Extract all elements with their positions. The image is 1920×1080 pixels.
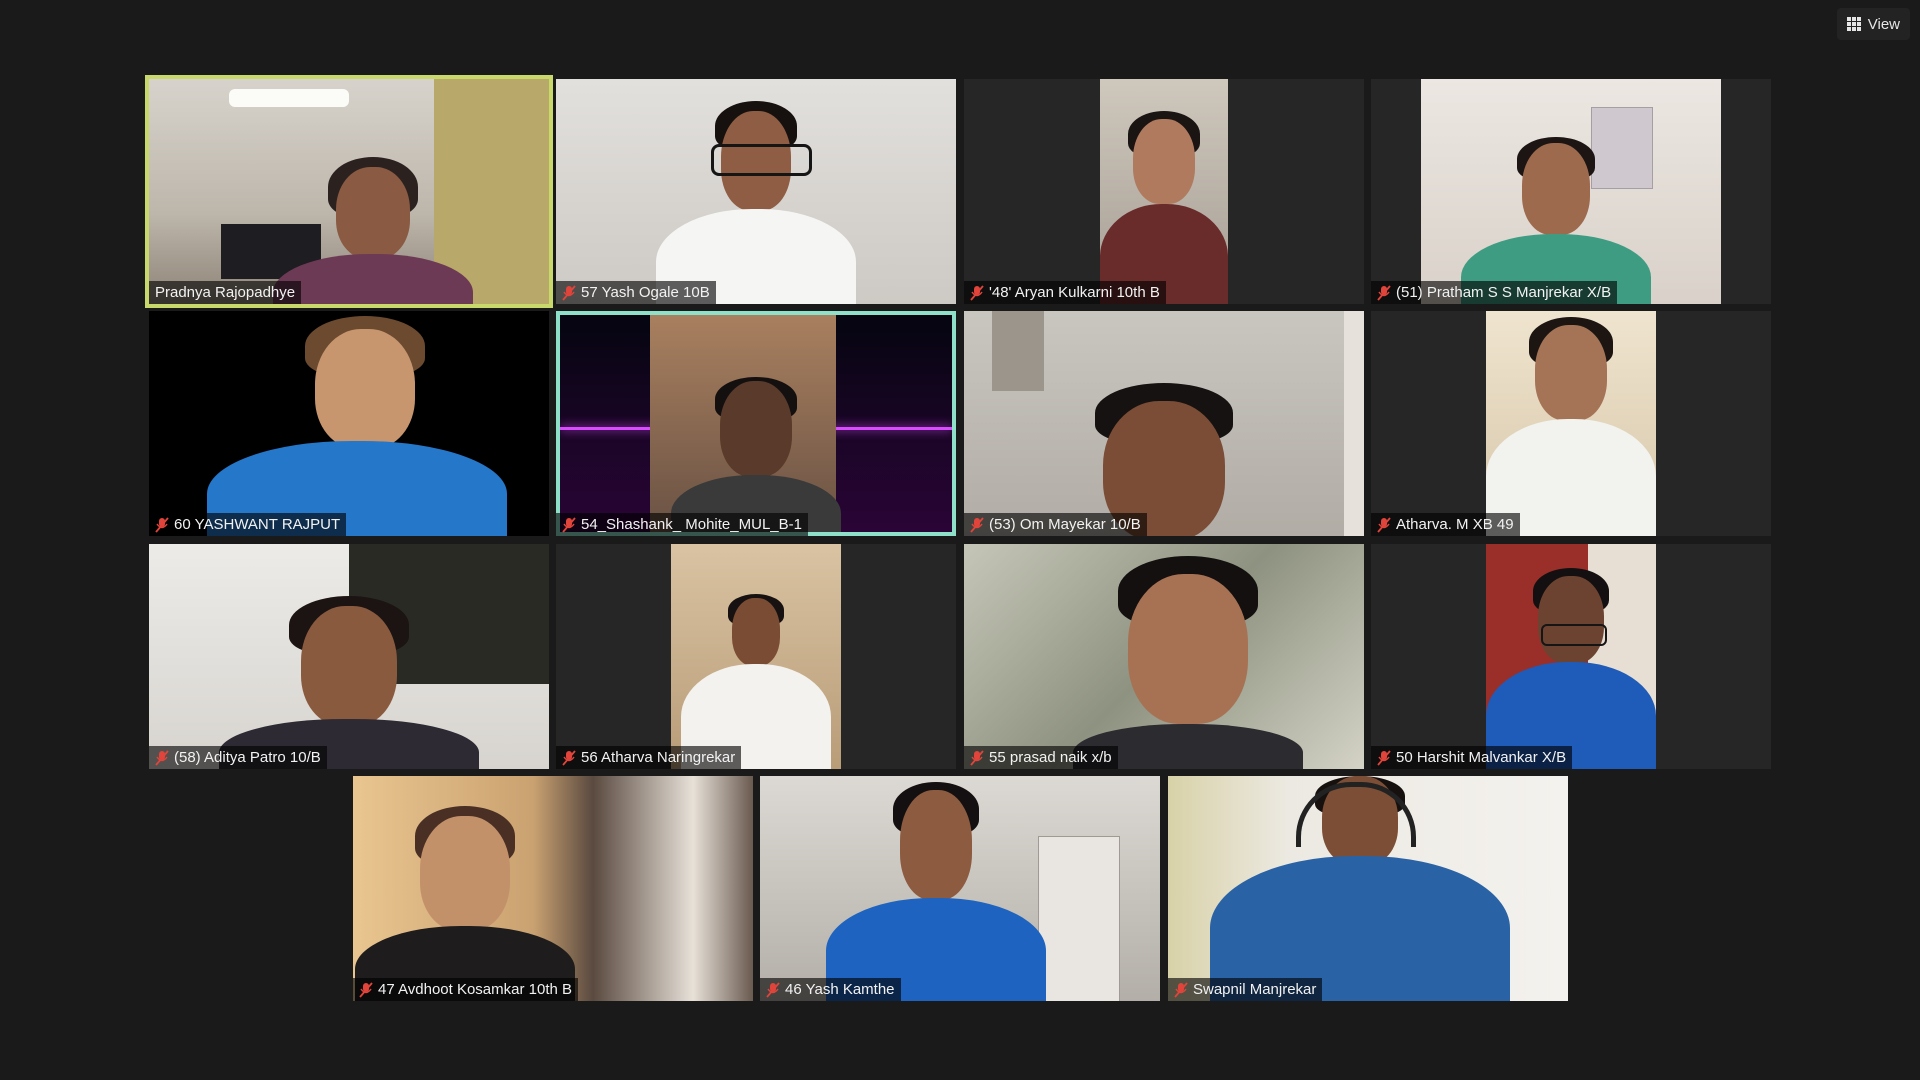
name-label: Swapnil Manjrekar [1168,978,1323,1001]
video-feed [964,544,1364,769]
name-label: 55 prasad naik x/b [964,746,1118,769]
name-label: '48' Aryan Kulkarni 10th B [964,281,1166,304]
name-label: 47 Avdhoot Kosamkar 10th B [353,978,579,1001]
participant-name: (58) Aditya Patro 10/B [174,749,321,766]
name-label: 46 Yash Kamthe [760,978,901,1001]
name-label: 57 Yash Ogale 10B [556,281,716,304]
video-feed [353,776,753,1001]
mic-muted-icon [1377,749,1391,766]
video-feed [560,315,952,532]
participant-tile[interactable]: 60 YASHWANT RAJPUT [149,311,549,536]
participant-tile[interactable]: Pradnya Rajopadhye [145,75,553,308]
mic-muted-icon [155,516,169,533]
participant-name: 54_Shashank_ Mohite_MUL_B-1 [581,516,802,533]
video-feed [1168,776,1568,1001]
mic-muted-icon [562,749,576,766]
video-feed [964,311,1364,536]
participant-name: 60 YASHWANT RAJPUT [174,516,341,533]
name-label: (53) Om Mayekar 10/B [964,513,1147,536]
participant-name: 50 Harshit Malvankar X/B [1396,749,1567,766]
name-label: (51) Pratham S S Manjrekar X/B [1371,281,1618,304]
participant-name: 57 Yash Ogale 10B [581,284,710,301]
participant-name: 55 prasad naik x/b [989,749,1112,766]
participant-tile[interactable]: Swapnil Manjrekar [1168,776,1568,1001]
participant-tile[interactable]: 47 Avdhoot Kosamkar 10th B [353,776,753,1001]
grid-view-icon [1846,17,1861,31]
participant-name: 46 Yash Kamthe [785,981,895,998]
name-label: Pradnya Rajopadhye [149,281,302,304]
participant-tile[interactable]: '48' Aryan Kulkarni 10th B [964,79,1364,304]
video-feed [671,544,841,769]
mic-muted-icon [1174,981,1188,998]
mic-muted-icon [155,749,169,766]
video-feed [760,776,1160,1001]
participant-tile[interactable]: (58) Aditya Patro 10/B [149,544,549,769]
name-label: 54_Shashank_ Mohite_MUL_B-1 [556,513,808,536]
participant-tile[interactable]: 50 Harshit Malvankar X/B [1371,544,1771,769]
participant-name: 47 Avdhoot Kosamkar 10th B [378,981,573,998]
name-label: 56 Atharva Naringrekar [556,746,742,769]
participant-name: 56 Atharva Naringrekar [581,749,736,766]
participant-name: Atharva. M XB 49 [1396,516,1514,533]
participant-tile[interactable]: 46 Yash Kamthe [760,776,1160,1001]
name-label: 50 Harshit Malvankar X/B [1371,746,1573,769]
participant-tile[interactable]: (53) Om Mayekar 10/B [964,311,1364,536]
video-feed [149,79,549,304]
mic-muted-icon [562,284,576,301]
name-label: (58) Aditya Patro 10/B [149,746,327,769]
participant-name: '48' Aryan Kulkarni 10th B [989,284,1160,301]
view-label: View [1867,15,1900,33]
video-feed [149,311,549,536]
mic-muted-icon [359,981,373,998]
participant-tile[interactable]: (51) Pratham S S Manjrekar X/B [1371,79,1771,304]
view-button[interactable]: View [1836,8,1910,40]
participant-tile[interactable]: 56 Atharva Naringrekar [556,544,956,769]
mic-muted-icon [1377,284,1391,301]
video-feed [1421,79,1721,304]
mic-muted-icon [766,981,780,998]
video-feed [1486,544,1656,769]
video-feed [1100,79,1228,304]
participant-tile[interactable]: Atharva. M XB 49 [1371,311,1771,536]
participant-name: Pradnya Rajopadhye [155,284,296,301]
name-label: Atharva. M XB 49 [1371,513,1520,536]
video-feed [1486,311,1656,536]
name-label: 60 YASHWANT RAJPUT [149,513,347,536]
participant-name: (51) Pratham S S Manjrekar X/B [1396,284,1612,301]
mic-muted-icon [562,516,576,533]
mic-muted-icon [1377,516,1391,533]
participant-name: (53) Om Mayekar 10/B [989,516,1141,533]
participant-tile[interactable]: 55 prasad naik x/b [964,544,1364,769]
video-feed [556,79,956,304]
participant-tile[interactable]: 57 Yash Ogale 10B [556,79,956,304]
participant-tile[interactable]: 54_Shashank_ Mohite_MUL_B-1 [556,311,956,536]
participant-name: Swapnil Manjrekar [1193,981,1317,998]
mic-muted-icon [970,284,984,301]
video-feed [149,544,549,769]
mic-muted-icon [970,749,984,766]
mic-muted-icon [970,516,984,533]
